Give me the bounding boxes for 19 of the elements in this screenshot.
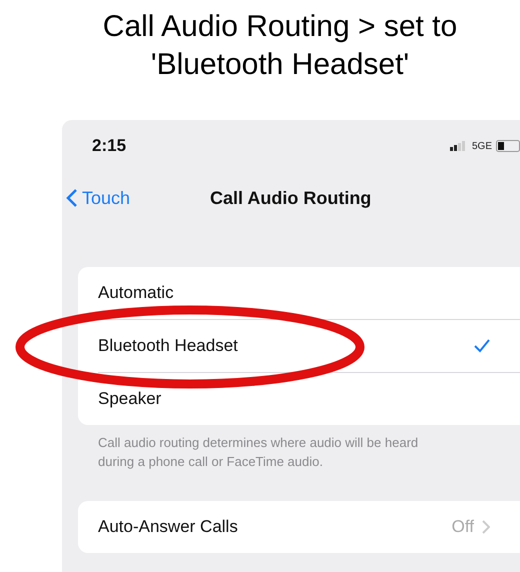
- signal-icon: [450, 141, 468, 151]
- nav-title: Call Audio Routing: [210, 188, 372, 208]
- footer-note: Call audio routing determines where audio will be heard during a phone call or FaceTime audio.: [98, 434, 420, 471]
- caption-text: 'Bluetooth Headset': [150, 47, 410, 83]
- clock-time: 2:15: [92, 136, 126, 156]
- battery-icon: [496, 140, 520, 152]
- option-label: Speaker: [98, 389, 162, 409]
- option-label: Bluetooth Headset: [98, 336, 238, 356]
- caption-text: Call Audio Routing > set to: [102, 9, 458, 45]
- option-row[interactable]: Speaker: [98, 373, 520, 425]
- setting-value: Off: [452, 517, 474, 537]
- back-chevron-icon: [66, 188, 78, 208]
- network-type: 5GE: [472, 140, 492, 152]
- option-row[interactable]: Automatic: [98, 267, 520, 320]
- option-row[interactable]: Bluetooth Headset: [98, 320, 520, 373]
- chevron-icon: [482, 520, 490, 534]
- auto-answer-row[interactable]: Auto-Answer Calls Off: [98, 501, 520, 553]
- option-label: Automatic: [98, 283, 174, 303]
- setting-label: Auto-Answer Calls: [98, 517, 238, 537]
